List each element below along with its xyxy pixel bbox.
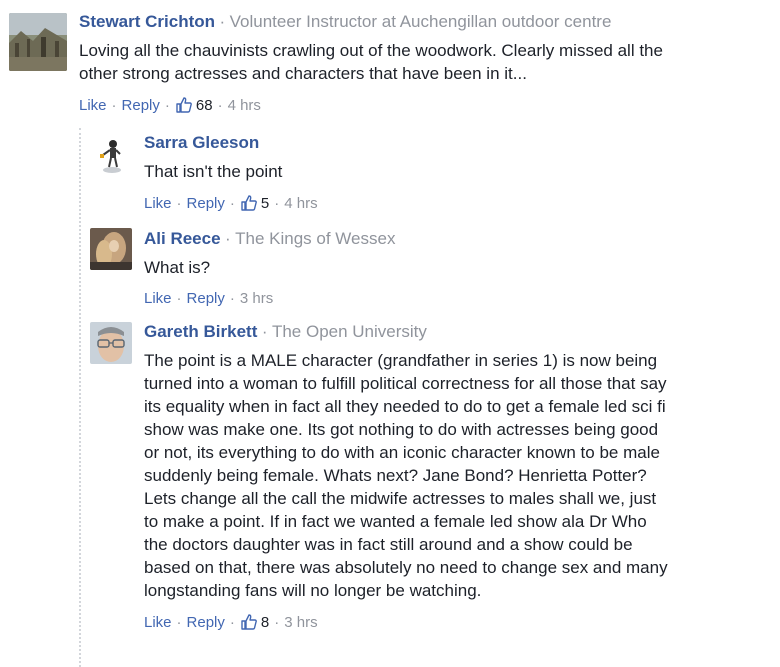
like-button[interactable]: Like (144, 290, 172, 307)
reply-button[interactable]: Reply (187, 614, 225, 631)
like-button[interactable]: Like (144, 614, 172, 631)
timestamp[interactable]: 4 hrs (228, 97, 261, 114)
avatar[interactable] (90, 133, 132, 175)
comment-actions: Like · Reply · 68 · 4 hrs (79, 96, 769, 114)
separator: · (219, 12, 226, 31)
author-name[interactable]: Gareth Birkett (144, 322, 257, 341)
thumbs-up-icon[interactable] (240, 194, 258, 212)
separator: · (229, 194, 235, 212)
comment-text: Loving all the chauvinists crawling out … (79, 41, 663, 83)
comment-header: Stewart Crichton · Volunteer Instructor … (79, 12, 769, 32)
avatar[interactable] (90, 228, 132, 270)
comment-header: Sarra Gleeson (144, 133, 764, 153)
thread-line (79, 128, 81, 667)
comment-actions: Like · Reply · 8 · 3 hrs (144, 613, 669, 631)
separator: · (229, 613, 235, 631)
thumbs-up-icon[interactable] (175, 96, 193, 114)
timestamp[interactable]: 3 hrs (284, 614, 317, 631)
separator: · (229, 290, 235, 307)
reply-button[interactable]: Reply (187, 290, 225, 307)
comment-header: Ali Reece · The Kings of Wessex (144, 229, 764, 249)
comment-actions: Like · Reply · 3 hrs (144, 290, 764, 307)
reply-button[interactable]: Reply (122, 97, 160, 114)
avatar[interactable] (9, 13, 67, 71)
author-name[interactable]: Ali Reece (144, 229, 221, 248)
separator: · (111, 96, 117, 114)
separator: · (261, 322, 268, 341)
separator: · (176, 290, 182, 307)
timestamp[interactable]: 3 hrs (240, 290, 273, 307)
separator: · (176, 194, 182, 212)
like-button[interactable]: Like (79, 97, 107, 114)
like-button[interactable]: Like (144, 195, 172, 212)
like-count[interactable]: 5 (261, 195, 269, 212)
author-name[interactable]: Sarra Gleeson (144, 133, 259, 152)
thumbs-up-icon[interactable] (240, 613, 258, 631)
timestamp[interactable]: 4 hrs (284, 195, 317, 212)
author-affiliation[interactable]: Volunteer Instructor at Auchengillan out… (230, 12, 612, 31)
author-affiliation[interactable]: The Open University (272, 322, 427, 341)
separator: · (274, 613, 280, 631)
reply-button[interactable]: Reply (187, 195, 225, 212)
like-count[interactable]: 68 (196, 97, 213, 114)
separator: · (274, 194, 280, 212)
separator: · (225, 229, 231, 248)
comment-text: What is? (144, 258, 211, 277)
comment-header: Gareth Birkett · The Open University (144, 322, 669, 342)
author-name[interactable]: Stewart Crichton (79, 12, 215, 31)
like-count[interactable]: 8 (261, 614, 269, 631)
comment-text: The point is a MALE character (grandfath… (144, 351, 668, 600)
author-affiliation[interactable]: The Kings of Wessex (235, 229, 395, 248)
avatar[interactable] (90, 322, 132, 364)
separator: · (217, 96, 223, 114)
comment-text: That isn't the point (144, 162, 283, 181)
comment-actions: Like · Reply · 5 · 4 hrs (144, 194, 764, 212)
separator: · (164, 96, 170, 114)
separator: · (176, 613, 182, 631)
